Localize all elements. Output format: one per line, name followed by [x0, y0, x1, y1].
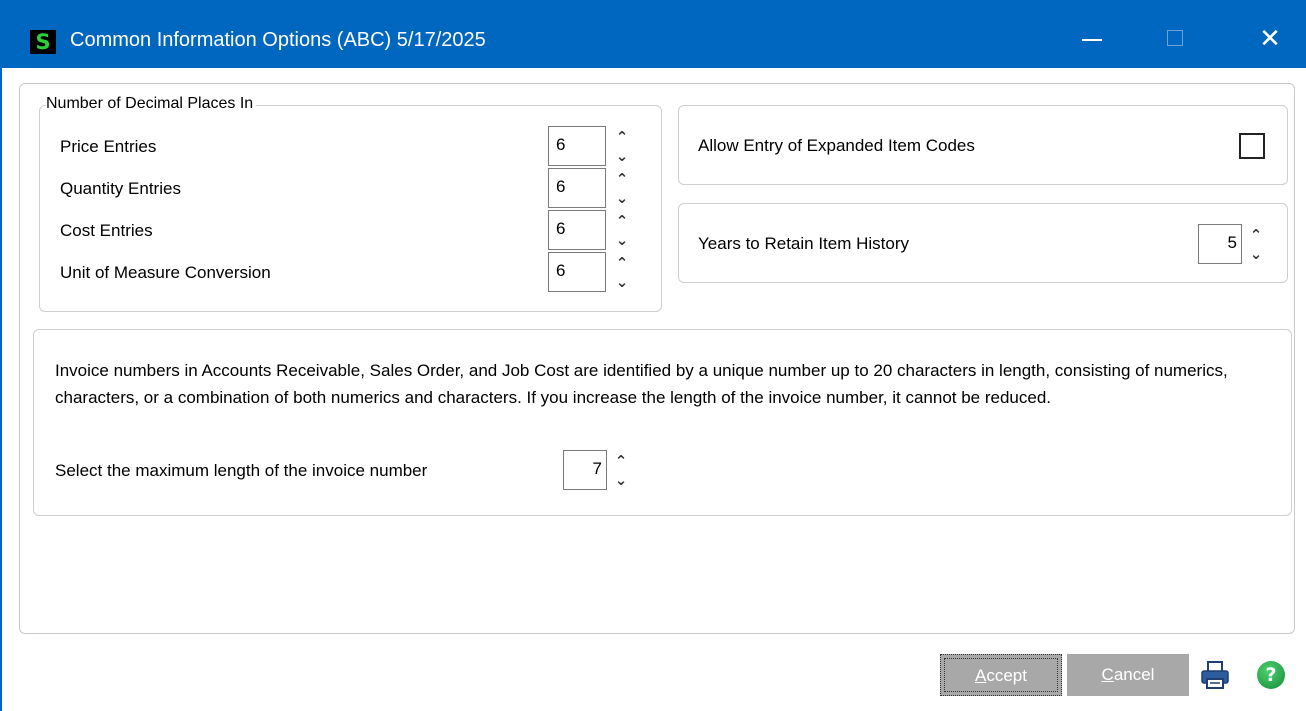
- uom-conversion-input[interactable]: 6: [548, 252, 606, 292]
- decimal-places-legend: Number of Decimal Places In: [46, 95, 257, 113]
- cancel-label: ancel: [1113, 665, 1155, 684]
- minimize-button[interactable]: [1060, 10, 1124, 68]
- spin-up-icon[interactable]: ⌃: [614, 128, 630, 146]
- uom-conversion-spinner[interactable]: ⌃ ⌄: [614, 254, 630, 292]
- invoice-max-length-input[interactable]: 7: [563, 450, 607, 490]
- cost-entries-input[interactable]: 6: [548, 210, 606, 250]
- spin-up-icon[interactable]: ⌃: [1248, 226, 1264, 244]
- cost-entries-label: Cost Entries: [60, 221, 153, 240]
- spin-down-icon[interactable]: ⌄: [614, 189, 630, 207]
- spin-down-icon[interactable]: ⌄: [1248, 245, 1264, 263]
- cost-entries-spinner[interactable]: ⌃ ⌄: [614, 212, 630, 250]
- invoice-max-length-spinner[interactable]: ⌃ ⌄: [613, 452, 629, 490]
- accept-focus-ring: [944, 658, 1058, 692]
- item-history-input[interactable]: 5: [1198, 224, 1242, 264]
- maximize-button[interactable]: [1144, 10, 1208, 68]
- spin-up-icon[interactable]: ⌃: [614, 254, 630, 272]
- spin-down-icon[interactable]: ⌄: [613, 471, 629, 489]
- invoice-description: Invoice numbers in Accounts Receivable, …: [55, 361, 1228, 407]
- close-button[interactable]: ✕: [1238, 10, 1302, 68]
- spin-up-icon[interactable]: ⌃: [614, 170, 630, 188]
- spin-down-icon[interactable]: ⌄: [614, 273, 630, 291]
- options-window: S Common Information Options (ABC) 5/17/…: [0, 0, 1306, 711]
- cancel-button[interactable]: Cancel: [1067, 654, 1189, 696]
- quantity-entries-input[interactable]: 6: [548, 168, 606, 208]
- printer-icon[interactable]: [1200, 659, 1230, 691]
- invoice-max-length-label: Select the maximum length of the invoice…: [55, 461, 428, 480]
- price-entries-label: Price Entries: [60, 137, 157, 156]
- spin-up-icon[interactable]: ⌃: [613, 452, 629, 470]
- window-title: Common Information Options (ABC) 5/17/20…: [70, 29, 486, 51]
- help-icon[interactable]: ?: [1257, 661, 1285, 689]
- sage-app-icon: S: [30, 30, 56, 54]
- item-history-spinner[interactable]: ⌃ ⌄: [1248, 226, 1264, 264]
- quantity-entries-spinner[interactable]: ⌃ ⌄: [614, 170, 630, 208]
- spin-up-icon[interactable]: ⌃: [614, 212, 630, 230]
- accept-button[interactable]: Accept: [940, 654, 1062, 696]
- expanded-item-codes-label: Allow Entry of Expanded Item Codes: [698, 136, 975, 155]
- expanded-item-codes-checkbox[interactable]: [1239, 133, 1265, 159]
- uom-conversion-label: Unit of Measure Conversion: [60, 263, 271, 282]
- price-entries-input[interactable]: 6: [548, 126, 606, 166]
- cancel-hotkey: C: [1101, 665, 1114, 684]
- price-entries-spinner[interactable]: ⌃ ⌄: [614, 128, 630, 166]
- item-history-label: Years to Retain Item History: [698, 234, 910, 253]
- title-bar[interactable]: S Common Information Options (ABC) 5/17/…: [2, 0, 1306, 68]
- spin-down-icon[interactable]: ⌄: [614, 147, 630, 165]
- spin-down-icon[interactable]: ⌄: [614, 231, 630, 249]
- quantity-entries-label: Quantity Entries: [60, 179, 181, 198]
